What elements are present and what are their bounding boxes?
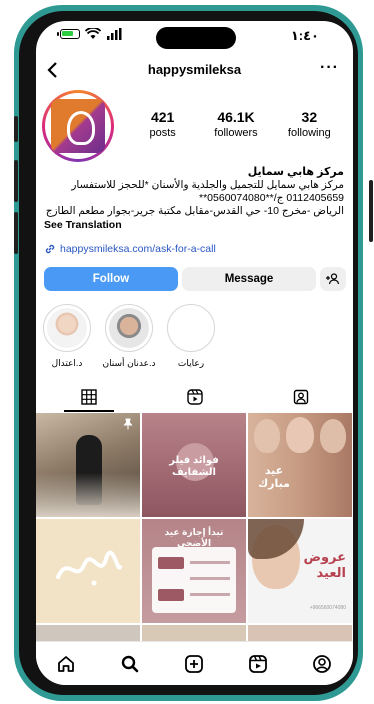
followers-count: 46.1K [217,109,255,125]
nav-home[interactable] [54,652,78,676]
brand-logo [51,99,105,153]
story-highlights: د.اعتدال د.عدنان أسنان رعايات [36,304,353,374]
bio-line: الرياض -مخرج 10- حي القدس-مقابل مكتبة جر… [45,205,344,217]
highlight-item[interactable]: رعايات [164,304,218,369]
followers-stat[interactable]: 46.1K followers [199,109,272,139]
posts-grid: فوائد فيلر الشفايف عيد مبارك تبدأ إجازة … [36,413,353,641]
bio-line: مركز هابي سمايل للتجميل والجلدية والأسنا… [71,179,344,191]
posts-stat[interactable]: 421 posts [126,109,199,139]
bottom-navigation [36,641,353,685]
pinned-icon [123,418,133,430]
highlight-cover [47,308,87,348]
tab-posts-grid[interactable] [36,383,141,411]
post-thumbnail[interactable] [248,625,352,641]
post-phone: +966560074080 [309,605,346,611]
profile-icon [313,655,331,673]
website-link-row[interactable]: happysmileksa.com/ask-for-a-call [44,243,216,255]
post-face [254,419,280,453]
more-options-icon[interactable]: ··· [320,59,339,77]
highlight-label: د.عدنان أسنان [102,358,156,368]
post-line [190,577,230,580]
nav-profile[interactable] [310,652,334,676]
post-floor [36,473,140,517]
following-label: following [287,127,331,139]
post-caption: تبدأ إجازة عيد الأضحى [164,527,224,548]
post-thumbnail[interactable]: تبدأ إجازة عيد الأضحى [142,519,246,623]
add-person-icon [326,273,340,285]
volume-down-button [14,212,18,254]
highlight-label: د.اعتدال [51,358,83,368]
cellular-signal-icon [107,28,122,40]
website-link[interactable]: happysmileksa.com/ask-for-a-call [60,243,216,255]
following-count: 32 [301,109,318,125]
reels-icon [186,389,203,405]
bio-line: 0112405659 ج/**0560074080** [198,192,344,204]
nav-search[interactable] [118,652,142,676]
calligraphy-graphic [56,550,122,586]
tab-reels[interactable] [142,383,247,411]
new-post-icon [185,655,203,673]
post-thumbnail[interactable]: عروض العيد +966560074080 [248,519,352,623]
power-button [369,180,373,242]
suggested-accounts-button[interactable] [320,267,346,291]
post-caption: عيد مبارك [258,465,290,490]
dynamic-island [156,27,236,49]
active-tab-indicator [64,410,114,412]
link-icon [45,244,55,254]
post-line [190,593,230,596]
profile-actions: Follow Message [44,267,346,291]
post-thumbnail[interactable] [36,625,140,641]
highlight-cover [109,308,149,348]
highlight-item[interactable]: د.اعتدال [40,304,94,369]
nav-reels[interactable] [246,652,270,676]
post-thumbnail[interactable] [36,519,140,623]
post-line [190,561,230,564]
status-icons [57,28,122,40]
see-translation-link[interactable]: See Translation [44,219,122,231]
phone-screen: ١:٤٠ happysmileksa ··· 421 posts 46.1K f… [36,21,353,685]
highlight-cover [171,308,211,348]
status-time: ١:٤٠ [290,28,319,43]
tagged-icon [293,389,308,405]
grid-icon [80,389,97,405]
status-bar: ١:٤٠ [36,21,353,57]
profile-username: happysmileksa [147,62,242,77]
volume-up-button [14,160,18,202]
post-face [320,419,346,453]
post-thumbnail[interactable]: فوائد فيلر الشفايف [142,413,246,517]
profile-header: happysmileksa ··· [36,59,353,85]
post-caption: عروض العيد [303,549,346,580]
avatar[interactable] [42,90,114,162]
profile-bio: مركز هابي سمايل مركز هابي سمايل للتجميل … [44,166,344,218]
followers-label: followers [214,127,258,139]
message-button[interactable]: Message [182,267,316,291]
reels-icon [249,655,267,673]
device-stage: ١:٤٠ happysmileksa ··· 421 posts 46.1K f… [0,0,374,704]
post-date-box [158,589,184,601]
nav-new-post[interactable] [182,652,206,676]
highlight-label: رعايات [177,358,205,368]
content-tabs [36,383,353,412]
post-thumbnail[interactable]: عيد مبارك [248,413,352,517]
following-stat[interactable]: 32 following [273,109,346,139]
post-date-box [158,557,184,569]
tab-tagged[interactable] [248,383,353,411]
post-caption: فوائد فيلر الشفايف [169,455,219,478]
highlight-item[interactable]: د.عدنان أسنان [102,304,156,369]
post-thumbnail[interactable] [142,625,246,641]
post-face [286,417,314,453]
follow-button[interactable]: Follow [44,267,178,291]
wifi-icon [85,28,101,39]
profile-stats: 421 posts 46.1K followers 32 following [126,109,346,139]
search-icon [121,655,139,673]
home-icon [58,656,74,672]
post-thumbnail[interactable] [36,413,140,517]
posts-label: posts [149,127,176,139]
mute-switch [14,116,18,142]
battery-icon [57,29,80,39]
bio-name: مركز هابي سمايل [247,166,344,178]
posts-count: 421 [150,109,175,125]
